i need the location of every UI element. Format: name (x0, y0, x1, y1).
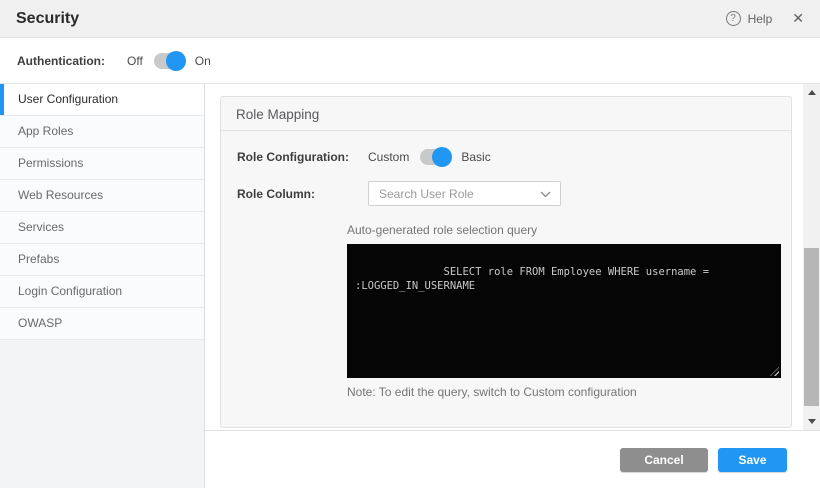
query-section: Auto-generated role selection query SELE… (347, 223, 791, 399)
sidebar-item-services[interactable]: Services (0, 212, 204, 244)
authentication-off-label: Off (127, 54, 143, 68)
select-placeholder: Search User Role (379, 187, 474, 201)
sidebar: User Configuration App Roles Permissions… (0, 84, 205, 488)
query-textarea[interactable]: SELECT role FROM Employee WHERE username… (347, 244, 781, 378)
titlebar-actions: ? Help ✕ (726, 10, 804, 27)
authentication-toggle[interactable] (154, 53, 184, 69)
sidebar-item-permissions[interactable]: Permissions (0, 148, 204, 180)
help-link[interactable]: Help (748, 12, 773, 26)
role-column-select[interactable]: Search User Role (368, 181, 561, 206)
scroll-up-button[interactable] (803, 85, 820, 100)
basic-option-label: Basic (461, 150, 490, 164)
authentication-on-label: On (195, 54, 211, 68)
role-mapping-form: Role Configuration: Custom Basic Role Co… (221, 147, 791, 399)
cancel-button[interactable]: Cancel (620, 448, 708, 472)
content-area: User Configuration App Roles Permissions… (0, 84, 820, 488)
query-label: Auto-generated role selection query (347, 223, 791, 237)
role-configuration-row: Role Configuration: Custom Basic (237, 147, 791, 167)
toggle-knob (166, 51, 186, 71)
sidebar-item-prefabs[interactable]: Prefabs (0, 244, 204, 276)
role-column-row: Role Column: Search User Role (237, 181, 791, 206)
role-mapping-card: Role Mapping Role Configuration: Custom … (220, 96, 792, 428)
scroll-down-button[interactable] (803, 414, 820, 429)
vertical-scrollbar[interactable] (803, 84, 820, 430)
close-icon[interactable]: ✕ (792, 10, 804, 27)
role-mapping-title: Role Mapping (236, 107, 776, 122)
help-circle-icon[interactable]: ? (726, 11, 741, 26)
sidebar-item-app-roles[interactable]: App Roles (0, 116, 204, 148)
role-column-label: Role Column: (237, 187, 368, 201)
toggle-knob (432, 147, 452, 167)
sidebar-item-login-configuration[interactable]: Login Configuration (0, 276, 204, 308)
security-dialog: Security ? Help ✕ Authentication: Off On… (0, 0, 820, 488)
arrow-down-icon (808, 419, 816, 424)
role-configuration-toggle[interactable] (420, 149, 450, 165)
custom-option-label: Custom (368, 150, 409, 164)
page-title: Security (16, 10, 79, 28)
role-configuration-toggle-group: Custom Basic (368, 149, 491, 165)
resize-handle-icon[interactable] (770, 367, 779, 376)
authentication-bar: Authentication: Off On (0, 38, 820, 84)
scrollbar-thumb[interactable] (804, 248, 819, 406)
chevron-down-icon (540, 191, 551, 198)
arrow-up-icon (808, 90, 816, 95)
sidebar-item-user-configuration[interactable]: User Configuration (0, 84, 204, 116)
sidebar-filler (0, 340, 204, 488)
sidebar-item-web-resources[interactable]: Web Resources (0, 180, 204, 212)
query-note: Note: To edit the query, switch to Custo… (347, 385, 791, 399)
role-configuration-label: Role Configuration: (237, 150, 368, 164)
titlebar: Security ? Help ✕ (0, 0, 820, 38)
query-text: SELECT role FROM Employee WHERE username… (355, 266, 715, 292)
section-divider (221, 130, 791, 131)
save-button[interactable]: Save (718, 448, 787, 472)
sidebar-item-owasp[interactable]: OWASP (0, 308, 204, 340)
authentication-label: Authentication: (17, 54, 105, 68)
footer: Cancel Save (205, 431, 820, 488)
main-panel: Role Mapping Role Configuration: Custom … (205, 84, 820, 488)
